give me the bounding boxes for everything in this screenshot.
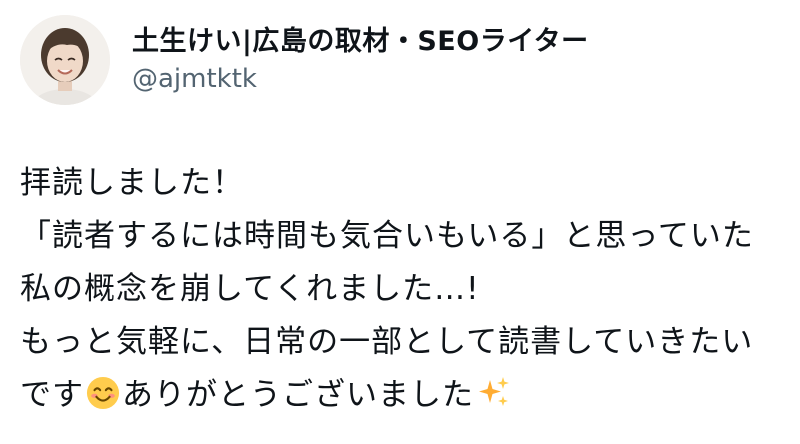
user-handle[interactable]: @ajmtktk (132, 62, 589, 96)
user-info[interactable]: 土生けい|広島の取材・SEOライター @ajmtktk (132, 24, 589, 96)
smiling-face-emoji-icon (86, 376, 120, 410)
avatar[interactable] (20, 15, 110, 105)
tweet-line-2: 「読者するには時間も気合いもいる」と思っていた (20, 218, 754, 254)
sparkles-emoji-icon (479, 377, 509, 406)
tweet-line-5-start: です (20, 377, 84, 413)
tweet-line-5: です ありがとうございました (20, 369, 790, 422)
tweet-header: 土生けい|広島の取材・SEOライター @ajmtktk (20, 14, 589, 106)
profile-photo-icon (20, 15, 110, 105)
tweet-card: 土生けい|広島の取材・SEOライター @ajmtktk 拝読しました！ 「読者す… (0, 0, 800, 444)
tweet-line-5-end: ありがとうございました (122, 377, 474, 413)
tweet-text: 拝読しました！ 「読者するには時間も気合いもいる」と思っていた 私の概念を崩して… (20, 157, 790, 422)
display-name[interactable]: 土生けい|広島の取材・SEOライター (132, 24, 589, 60)
tweet-line-3: 私の概念を崩してくれました…! (20, 271, 480, 307)
tweet-line-1: 拝読しました！ (20, 165, 244, 201)
tweet-line-4: もっと気軽に、日常の一部として読書していきたい (20, 324, 754, 360)
